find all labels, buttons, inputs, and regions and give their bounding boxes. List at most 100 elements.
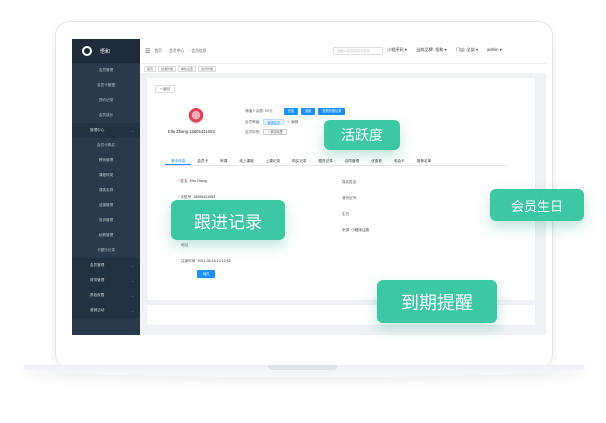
brand-dropdown[interactable]: 当前品牌: 悟和 ▾ [416,47,447,53]
user-dropdown[interactable]: admin ▾ [487,47,502,53]
sidebar-item-label: 私教管理 [98,233,114,237]
field-value: Ella Zhang [189,179,207,183]
chevron-down-icon: ⌄ [130,293,134,298]
sidebar-item-label: 教师管理 [98,158,114,162]
tab-item[interactable]: 上课记录 [260,156,286,165]
tab-item[interactable]: 线上课程 [233,156,259,165]
sidebar-item[interactable]: 教师管理 [72,153,140,168]
top-bar: ☰ 首页 / 会员中心 / 会员信息 请输入会员姓名/手机号 小程序码 ▾ 当前… [140,39,546,63]
sidebar-item[interactable]: 课类名称 [72,183,140,198]
laptop-notch [268,365,338,370]
recharge-record-button[interactable]: 查看充值记录 [318,108,346,115]
sidebar-item[interactable]: 管理中心 ⌄ [72,123,140,138]
tab-item[interactable]: 电会卡 [388,156,411,165]
refund-button[interactable]: 退款 [300,108,316,115]
sidebar-menu: 会员管理会员卡管理预约记录会员成长管理中心 ⌄ 会员卡购买教师管理课程种类课类名称活… [72,63,140,318]
tab-item[interactable]: 合同管理 [339,156,365,165]
tab-item[interactable]: 推荐名单 [411,156,437,165]
member-tabs: 基本信息 会员卡 练课 线上课程 上课记录 购买记录 跟进记录 合同管理 优惠券 电会卡 推荐名单 [165,156,507,166]
sidebar-item-label: 活课管理 [98,203,114,207]
field-value: 小程序注册 [351,228,370,232]
member-detail-card: < 返回 Ella Zhang 15605431553 储值卡余额: ¥0元 充… [147,78,535,300]
tag-home[interactable]: 首页 [144,65,157,72]
field-label: 生日 [342,212,350,216]
tag-member-management[interactable]: 会员管理 [198,65,217,72]
tab-item[interactable]: 跟进记录 [312,156,338,165]
menu-toggle-icon[interactable]: ☰ [145,48,150,55]
save-button[interactable]: 保存 [197,270,216,278]
badge-activity: 活跃度 [324,120,400,150]
sidebar-item[interactable]: 营销活动 ⌄ [72,303,140,318]
sidebar-item-label: 财务管理 [90,278,105,282]
level-row: 会员等级: 普通会员 ✎ 编辑 [245,119,298,125]
chevron-down-icon: ⌄ [130,278,134,283]
sidebar-item[interactable]: 私教管理 [72,228,140,243]
sidebar-item[interactable]: 会员管理 ⌄ [72,258,140,273]
sidebar-item[interactable]: 会员卡购买 [72,138,140,153]
tags-bar: 首页 投课管理 单处设置 会员管理 [140,63,546,73]
sidebar-item[interactable]: 活课管理 [72,198,140,213]
field-label: 身份证号 [342,196,357,200]
marketing-illustration: 悟和 会员管理会员卡管理预约记录会员成长管理中心 ⌄ 会员卡购买教师管理课程种类课类… [0,0,606,423]
brand-name: 悟和 [100,48,111,55]
field-value: 2021-06-16 12:12:52 [197,259,231,263]
sidebar-item[interactable]: 角色权限 ⌄ [72,288,140,303]
balance-row: 储值卡余额: ¥0元 充值 退款 查看充值记录 [245,108,346,115]
level-label: 会员等级: [245,119,261,124]
form-field: *姓名 Ella Zhang [178,179,207,183]
tab-item[interactable]: 购买记录 [286,156,312,165]
recharge-button[interactable]: 充值 [283,108,298,115]
form-field: 身份证号 [342,196,358,201]
sidebar-item[interactable]: 会员成长 [72,108,140,123]
tags-row: 会员标签: + 添加标签 [245,129,287,135]
form-field: 注册时间 2021-06-16 12:12:52 [181,259,231,264]
sidebar-item[interactable]: 预约记录 [72,93,140,108]
sidebar-item-label: 会员卡购买 [97,143,115,147]
form-field: 来源 小程序注册 [342,228,369,233]
badge-birthday: 会员生日 [490,189,584,221]
edit-level-link[interactable]: ✎ 编辑 [287,120,298,125]
add-tag-button[interactable]: + 添加标签 [263,129,287,135]
sidebar-item-label: 预约记录 [98,98,114,102]
sidebar: 悟和 会员管理会员卡管理预约记录会员成长管理中心 ⌄ 会员卡购买教师管理课程种类课类… [72,39,140,335]
tags-label: 会员标签: [245,129,261,134]
sidebar-item[interactable]: 培训管理 [72,213,140,228]
avatar [188,108,204,124]
field-label: 手机号 [180,195,192,199]
sidebar-item[interactable]: 会员管理 [72,63,140,78]
form-field: 地址 [181,243,190,248]
tab-item[interactable]: 练课 [214,156,233,165]
sidebar-item-label: 角色权限 [90,293,105,297]
tab-item[interactable]: 基本信息 [165,156,192,165]
tag-course-management[interactable]: 投课管理 [158,65,177,72]
sidebar-item-label: 课程种类 [98,173,114,177]
sidebar-item-label: 会员管理 [98,68,114,72]
search-input[interactable]: 请输入会员姓名/手机号 [333,47,383,55]
badge-expiry: 到期提醒 [377,280,497,323]
top-right-menu: 小程序码 ▾ 当前品牌: 悟和 ▾ 门店: 全部 ▾ admin ▾ [387,47,502,53]
tag-settings[interactable]: 单处设置 [178,65,197,72]
tab-item[interactable]: 优惠券 [365,156,388,165]
field-label: 来源 [342,228,350,232]
badge-followup: 跟进记录 [171,200,285,240]
sidebar-item[interactable]: 财务管理 ⌄ [72,273,140,288]
sidebar-header: 悟和 [72,39,140,63]
breadcrumb-member-center[interactable]: 会员中心 [169,49,184,54]
sidebar-item[interactable]: 卡额抄记录 [72,243,140,258]
tab-item[interactable]: 会员卡 [191,156,214,165]
breadcrumb-home[interactable]: 首页 [154,49,162,54]
sidebar-item[interactable]: 会员卡管理 [72,78,140,93]
balance-label: 储值卡余额: ¥0元 [245,109,273,113]
back-button[interactable]: < 返回 [155,85,175,93]
sidebar-item-label: 课类名称 [98,188,114,192]
field-label: 注册时间 [181,259,196,263]
field-value: 15605431553 [193,195,216,199]
form-field: 真实姓名 [342,180,358,185]
sidebar-item[interactable]: 课程种类 [72,168,140,183]
store-dropdown[interactable]: 门店: 全部 ▾ [456,47,478,53]
field-label: 真实姓名 [342,180,357,184]
sidebar-item-label: 卡额抄记录 [97,248,115,252]
sidebar-item-label: 管理中心 [90,128,105,132]
chevron-down-icon: ⌄ [130,128,134,133]
mini-program-dropdown[interactable]: 小程序码 ▾ [387,47,407,53]
